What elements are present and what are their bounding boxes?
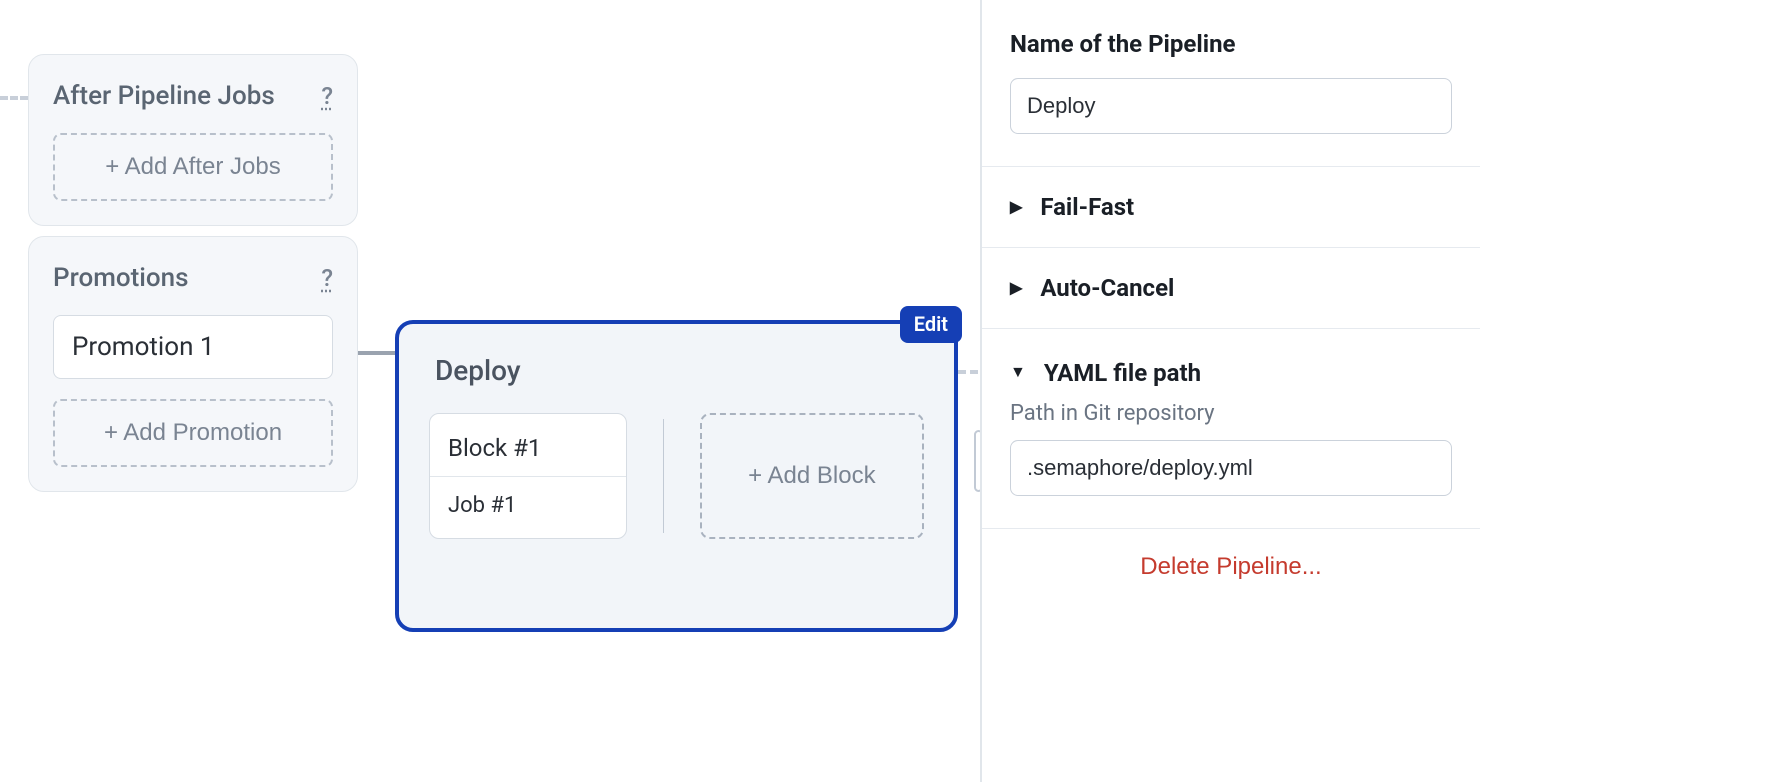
pipeline-card[interactable]: Edit Deploy Block #1 Job #1 + Add Block	[395, 320, 958, 632]
block-title: Block #1	[430, 414, 626, 477]
pipeline-name-input[interactable]	[1010, 78, 1452, 134]
pipeline-blocks-row: Block #1 Job #1 + Add Block	[429, 413, 924, 539]
connector-promotion-to-deploy	[358, 351, 398, 355]
block-card[interactable]: Block #1 Job #1	[429, 413, 627, 539]
connector-deploy-to-right	[958, 370, 978, 374]
yaml-path-input[interactable]	[1010, 440, 1452, 496]
edit-badge-label: Edit	[914, 312, 948, 336]
after-pipeline-title: After Pipeline Jobs	[53, 81, 275, 111]
yaml-path-heading: YAML file path	[1044, 359, 1201, 387]
auto-cancel-section: Auto-Cancel	[982, 248, 1480, 329]
after-pipeline-header: After Pipeline Jobs ?	[53, 81, 333, 111]
promotion-item-label: Promotion 1	[72, 332, 215, 362]
promotions-panel: Promotions ? Promotion 1 + Add Promotion	[28, 236, 358, 492]
add-promotion-label: + Add Promotion	[104, 419, 282, 447]
add-block-label: + Add Block	[748, 462, 875, 489]
auto-cancel-heading: Auto-Cancel	[1040, 274, 1174, 302]
yaml-path-sublabel: Path in Git repository	[1010, 401, 1452, 426]
promotion-item[interactable]: Promotion 1	[53, 315, 333, 379]
add-after-jobs-button[interactable]: + Add After Jobs	[53, 133, 333, 201]
edit-badge[interactable]: Edit	[900, 306, 962, 343]
add-block-button[interactable]: + Add Block	[700, 413, 924, 539]
help-icon[interactable]: ?	[321, 82, 333, 110]
properties-panel: Name of the Pipeline Fail-Fast Auto-Canc…	[980, 0, 1480, 782]
block-job[interactable]: Job #1	[430, 477, 626, 538]
promotions-title: Promotions	[53, 263, 189, 293]
add-after-jobs-label: + Add After Jobs	[105, 153, 280, 181]
pipeline-name-section: Name of the Pipeline	[982, 0, 1480, 167]
delete-pipeline-label: Delete Pipeline...	[1140, 553, 1321, 580]
auto-cancel-disclosure[interactable]: Auto-Cancel	[1010, 274, 1452, 302]
pipeline-title: Deploy	[435, 354, 924, 387]
yaml-path-disclosure[interactable]: YAML file path	[1010, 359, 1452, 387]
yaml-path-section: YAML file path Path in Git repository	[982, 329, 1480, 529]
workflow-canvas: After Pipeline Jobs ? + Add After Jobs P…	[0, 0, 1768, 782]
connector-left-entry	[0, 96, 28, 100]
promotions-header: Promotions ?	[53, 263, 333, 293]
fail-fast-disclosure[interactable]: Fail-Fast	[1010, 193, 1452, 221]
fail-fast-heading: Fail-Fast	[1040, 193, 1134, 221]
help-icon[interactable]: ?	[321, 264, 333, 292]
block-separator	[663, 419, 664, 533]
delete-pipeline-button[interactable]: Delete Pipeline...	[982, 529, 1480, 611]
fail-fast-section: Fail-Fast	[982, 167, 1480, 248]
add-promotion-button[interactable]: + Add Promotion	[53, 399, 333, 467]
pipeline-name-heading: Name of the Pipeline	[1010, 30, 1452, 58]
after-pipeline-panel: After Pipeline Jobs ? + Add After Jobs	[28, 54, 358, 226]
